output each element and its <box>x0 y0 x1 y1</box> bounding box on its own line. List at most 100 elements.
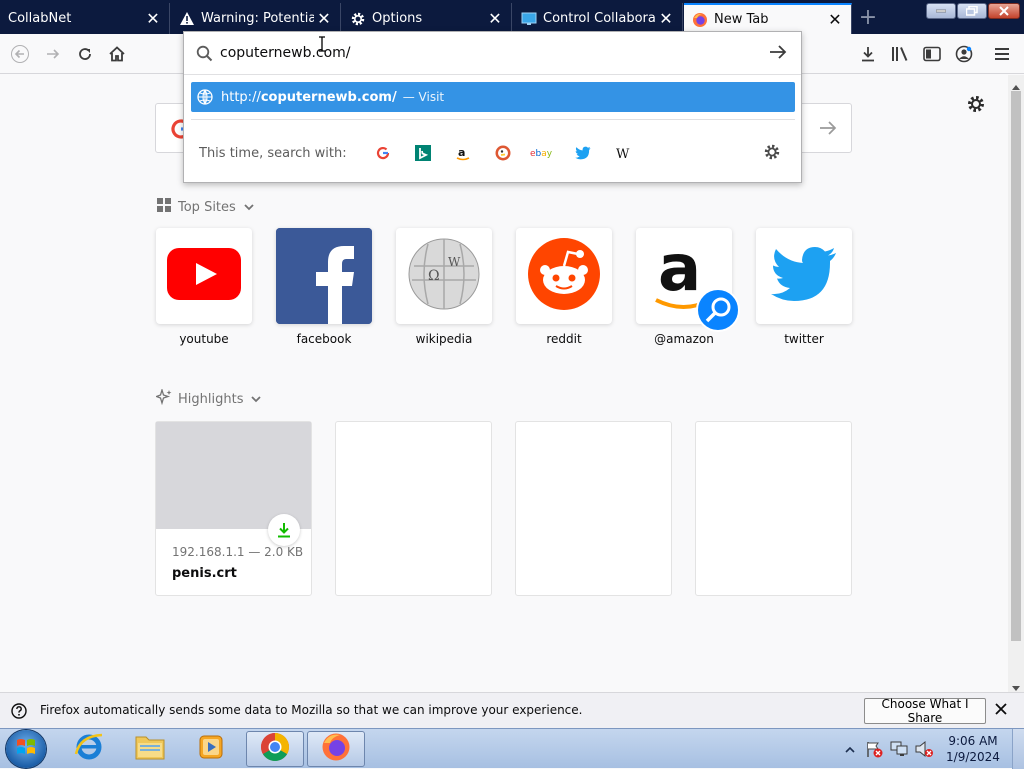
close-icon[interactable] <box>994 702 1008 720</box>
taskbar-file-explorer[interactable] <box>121 731 179 767</box>
svg-text:W: W <box>448 255 461 269</box>
search-badge-icon <box>696 288 740 336</box>
forward-button[interactable] <box>39 40 67 68</box>
top-site-wikipedia[interactable]: ΩW <box>396 228 492 324</box>
restore-button[interactable] <box>957 3 987 19</box>
volume-muted-icon[interactable] <box>914 740 934 762</box>
tab-label: New Tab <box>714 12 769 27</box>
taskbar-firefox[interactable] <box>307 731 365 767</box>
highlights-header[interactable]: Highlights <box>154 387 262 409</box>
windows-logo-icon <box>16 737 36 761</box>
top-site-youtube[interactable] <box>156 228 252 324</box>
search-arrow-icon[interactable] <box>819 120 837 140</box>
twitter-engine-button[interactable] <box>563 140 603 166</box>
help-circle-icon <box>11 703 27 723</box>
clock-time: 9:06 AM <box>948 734 998 748</box>
data-collection-notification: Firefox automatically sends some data to… <box>0 692 1024 728</box>
tab-label: Warning: Potential Se <box>201 11 314 26</box>
url-input[interactable] <box>220 42 760 64</box>
wikipedia-engine-button[interactable]: W <box>603 140 643 166</box>
notification-text: Firefox automatically sends some data to… <box>40 703 583 717</box>
system-clock[interactable]: 9:06 AM 1/9/2024 <box>940 733 1006 765</box>
network-icon[interactable] <box>890 740 910 762</box>
top-site-facebook[interactable] <box>276 228 372 324</box>
bing-engine-button[interactable] <box>403 140 443 166</box>
globe-icon <box>197 89 213 105</box>
library-icon[interactable] <box>886 40 914 68</box>
ebay-engine-button[interactable]: ebay <box>523 140 563 166</box>
taskbar-chrome[interactable] <box>246 731 304 767</box>
clock-date: 1/9/2024 <box>946 750 1000 764</box>
tab-new-tab[interactable]: New Tab ✕ <box>684 3 852 34</box>
highlight-title: penis.crt <box>172 566 237 581</box>
google-engine-button[interactable] <box>363 140 403 166</box>
tab-strip: CollabNet ✕ Warning: Potential Se ✕ Opti… <box>0 0 1024 34</box>
highlight-thumbnail <box>156 422 311 529</box>
tab-options[interactable]: Options ✕ <box>342 3 512 34</box>
tab-control-collaborative[interactable]: Control Collaborativ ✕ <box>513 3 683 34</box>
suggestion-action: — Visit <box>402 90 445 104</box>
top-site-amazon[interactable]: a <box>636 228 740 332</box>
warning-icon <box>179 11 195 27</box>
url-input-row <box>184 32 801 74</box>
tab-label: Control Collaborativ <box>543 11 656 26</box>
highlight-card-download[interactable]: 192.168.1.1 — 2.0 KB penis.crt <box>155 421 312 596</box>
duckduckgo-engine-button[interactable] <box>483 140 523 166</box>
tab-collabnet[interactable]: CollabNet ✕ <box>0 3 170 34</box>
top-site-reddit[interactable] <box>516 228 612 324</box>
downloads-button[interactable] <box>854 40 882 68</box>
firefox-icon <box>692 12 708 28</box>
windows-taskbar: 9:06 AM 1/9/2024 <box>0 728 1024 769</box>
text-cursor-icon <box>318 36 326 56</box>
top-site-label: @amazon <box>654 332 714 346</box>
back-button[interactable] <box>6 40 34 68</box>
suggestion-domain: coputernewb.com/ <box>260 89 397 105</box>
url-suggestion-row[interactable]: http:// coputernewb.com/ — Visit <box>191 82 795 112</box>
action-center-flag-icon[interactable] <box>865 740 883 762</box>
search-with-label: This time, search with: <box>199 145 347 161</box>
chrome-icon <box>260 732 290 766</box>
new-tab-button[interactable]: + <box>856 5 880 30</box>
go-arrow-icon[interactable] <box>769 44 787 64</box>
highlight-placeholder <box>335 421 492 596</box>
window-close-button[interactable] <box>988 3 1020 19</box>
taskbar-internet-explorer[interactable] <box>60 731 118 767</box>
amazon-engine-button[interactable]: a <box>443 140 483 166</box>
close-icon[interactable]: ✕ <box>825 10 845 30</box>
top-site-twitter[interactable] <box>756 228 852 324</box>
suggestion-prefix: http:// <box>221 89 261 105</box>
tab-warning[interactable]: Warning: Potential Se ✕ <box>171 3 341 34</box>
tab-label: Options <box>372 11 423 26</box>
customize-gear-icon[interactable] <box>966 94 988 116</box>
home-button[interactable] <box>103 40 131 68</box>
close-icon[interactable]: ✕ <box>485 9 505 29</box>
highlights-sparkle-icon <box>154 387 172 409</box>
one-off-search-row: This time, search with: a ebay W <box>199 136 789 170</box>
twitter-bird-icon <box>770 246 838 306</box>
close-icon[interactable]: ✕ <box>656 9 676 29</box>
close-icon[interactable]: ✕ <box>314 9 334 29</box>
page-scrollbar[interactable] <box>1008 75 1024 692</box>
top-site-label: wikipedia <box>415 332 473 346</box>
account-icon[interactable] <box>950 40 978 68</box>
gear-icon <box>350 11 366 27</box>
show-desktop-button[interactable] <box>1012 729 1024 769</box>
menu-button[interactable] <box>988 40 1016 68</box>
choose-what-i-share-button[interactable]: Choose What I Share <box>864 697 986 725</box>
highlight-placeholder <box>695 421 852 596</box>
top-site-label: facebook <box>296 332 352 346</box>
top-sites-header[interactable]: Top Sites <box>156 197 254 217</box>
scrollbar-thumb[interactable] <box>1011 91 1021 641</box>
reload-button[interactable] <box>71 40 99 68</box>
show-hidden-icons-button[interactable] <box>845 743 855 758</box>
minimize-button[interactable] <box>926 3 956 19</box>
top-sites-icon <box>156 197 172 217</box>
sidebar-toggle-button[interactable] <box>918 40 946 68</box>
search-settings-gear-icon[interactable] <box>763 143 781 165</box>
tab-label: CollabNet <box>8 11 72 26</box>
close-icon[interactable]: ✕ <box>143 9 163 29</box>
reddit-logo-icon <box>526 236 602 316</box>
top-site-label: twitter <box>784 332 824 346</box>
taskbar-media-player[interactable] <box>182 731 240 767</box>
start-button[interactable] <box>6 730 46 768</box>
